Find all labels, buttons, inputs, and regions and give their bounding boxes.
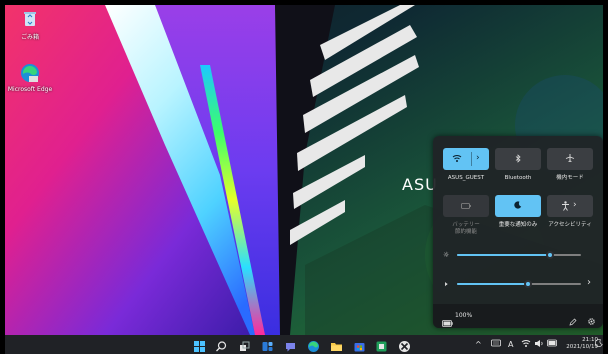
edge-icon[interactable]: [307, 338, 320, 352]
desktop-icon-label: Microsoft Edge: [7, 86, 53, 93]
chat-icon[interactable]: [284, 338, 297, 352]
focus-assist-toggle[interactable]: [495, 195, 541, 217]
chevron-right-icon[interactable]: ›: [476, 153, 480, 163]
notification-moon-icon[interactable]: [594, 339, 603, 350]
ime-indicator[interactable]: A: [508, 339, 513, 350]
airplane-mode-toggle[interactable]: [547, 148, 593, 170]
wifi-toggle-label: ASUS_GUEST: [447, 175, 485, 181]
audio-output-chevron-icon[interactable]: ›: [587, 278, 591, 288]
airplane-icon: [565, 153, 575, 165]
battery-saver-label: バッテリー 節約機能: [452, 222, 480, 235]
volume-slider-row: 🕨 ›: [443, 278, 593, 289]
battery-saver-icon: [461, 202, 471, 211]
sun-icon: ☼: [443, 251, 450, 259]
recycle-bin-icon: [19, 8, 41, 30]
store-icon[interactable]: [353, 338, 366, 352]
widgets-icon[interactable]: [261, 338, 274, 351]
bluetooth-icon: [515, 153, 521, 165]
taskbar: ^ A 21:10 2021/10/19: [5, 335, 603, 354]
quick-settings-panel: › ASUS_GUEST Bluetooth 機内モード › バッテリー 節約機…: [433, 136, 603, 328]
clock[interactable]: 21:10 2021/10/19: [562, 337, 598, 351]
edit-pencil-icon[interactable]: [569, 311, 577, 330]
keyboard-icon[interactable]: [491, 339, 501, 350]
accessibility-icon: [561, 201, 570, 213]
clock-date: 2021/10/19: [566, 344, 598, 350]
battery-icon: [442, 312, 453, 331]
app-icon[interactable]: [375, 338, 388, 352]
desktop-icon-label: ごみ箱: [20, 34, 39, 41]
chevron-right-icon: ›: [573, 200, 577, 210]
battery-saver-toggle[interactable]: [443, 195, 489, 217]
bluetooth-toggle[interactable]: [495, 148, 541, 170]
brightness-slider-row: ☼: [443, 250, 593, 260]
desktop-screen: ごみ箱 Microsoft Edge ASU › ASUS_GUEST Blue…: [0, 0, 608, 354]
brightness-slider[interactable]: [457, 251, 581, 259]
desktop-icon-recycle-bin[interactable]: ごみ箱: [4, 8, 56, 41]
volume-fill: [457, 283, 528, 285]
volume-slider-thumb[interactable]: [523, 280, 532, 288]
airplane-mode-label: 機内モード: [556, 175, 584, 181]
clock-time: 21:10: [582, 337, 598, 343]
desktop-icon-edge[interactable]: Microsoft Edge: [4, 62, 56, 93]
xbox-icon[interactable]: [398, 338, 411, 352]
quick-settings-footer: 100%: [433, 304, 603, 328]
volume-slider[interactable]: [457, 280, 581, 288]
accessibility-toggle[interactable]: ›: [547, 195, 593, 217]
brightness-slider-thumb[interactable]: [546, 251, 554, 259]
moon-icon: [514, 201, 522, 211]
accessibility-label: アクセシビリティ: [548, 222, 592, 228]
edge-icon: [19, 62, 41, 84]
speaker-icon[interactable]: 🕨: [443, 279, 453, 289]
brightness-fill: [457, 254, 550, 256]
volume-icon[interactable]: [534, 339, 544, 351]
start-icon[interactable]: [193, 338, 206, 352]
settings-gear-icon[interactable]: [587, 311, 596, 330]
bluetooth-toggle-label: Bluetooth: [504, 175, 532, 181]
task-view-icon[interactable]: [238, 338, 251, 351]
file-explorer-icon[interactable]: [330, 338, 343, 351]
wifi-toggle[interactable]: ›: [443, 148, 489, 170]
battery-percent: 100%: [455, 312, 473, 319]
focus-assist-label: 重要な通知のみ: [498, 222, 538, 228]
wifi-icon: [452, 154, 462, 165]
network-wifi-icon[interactable]: [521, 339, 531, 351]
search-icon[interactable]: [215, 338, 228, 352]
show-hidden-icons-chevron-icon[interactable]: ^: [475, 339, 482, 350]
battery-tray-icon[interactable]: [547, 339, 558, 350]
